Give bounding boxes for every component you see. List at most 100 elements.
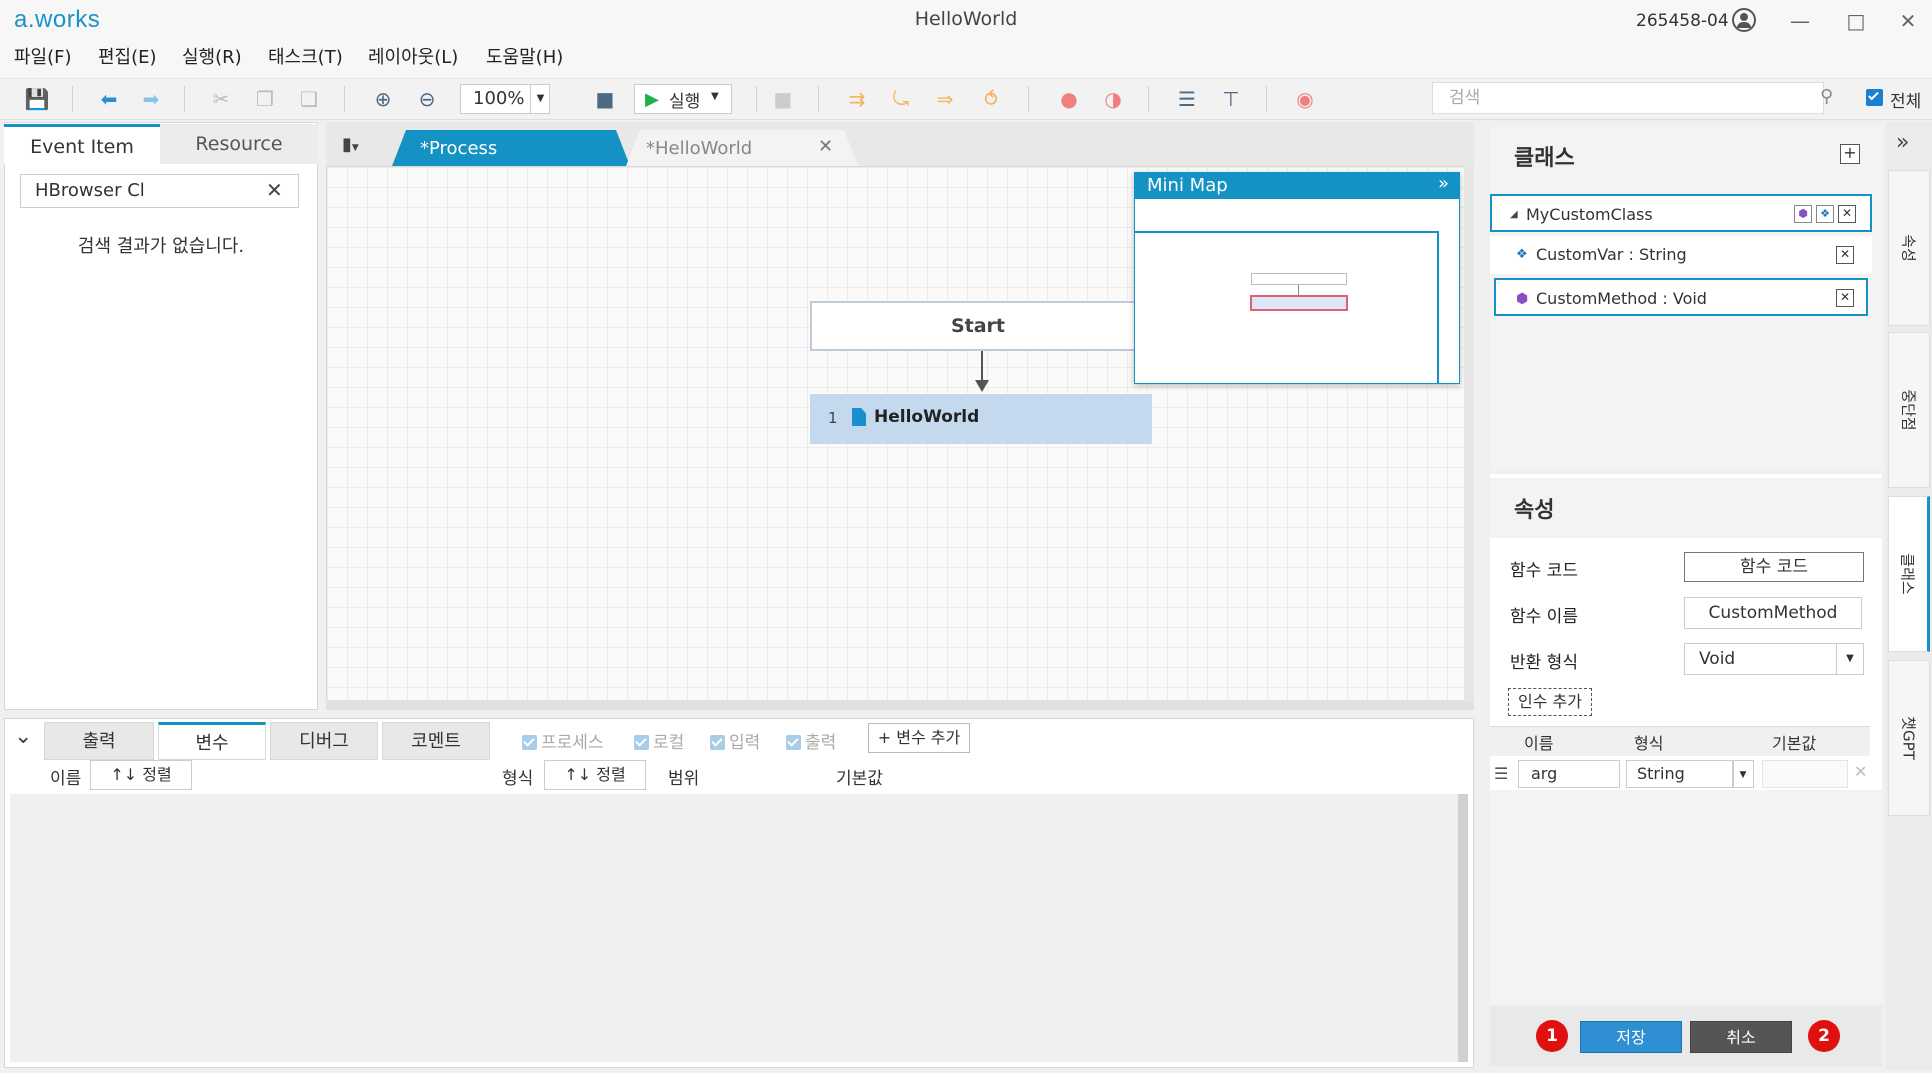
arg-type-dropdown-icon[interactable]: ▼ (1732, 760, 1754, 788)
copy-icon[interactable]: ❐ (250, 85, 280, 113)
menu-task[interactable]: 태스크(T) (268, 43, 343, 69)
maximize-button[interactable]: □ (1834, 6, 1878, 36)
side-tab-chatgpt[interactable]: 챗GPT (1888, 660, 1930, 816)
sort-type-button[interactable]: ↑↓ 정렬 (544, 760, 646, 790)
paste-icon[interactable]: ❑ (294, 85, 324, 113)
save-button[interactable]: 저장 (1580, 1021, 1682, 1053)
record-icon[interactable]: ◉ (1290, 85, 1320, 113)
tab-resource[interactable]: Resource (160, 124, 318, 164)
delete-method-icon[interactable]: ✕ (1836, 289, 1854, 307)
close-tab-icon[interactable]: ✕ (818, 136, 833, 157)
align-center-icon[interactable]: ☰ (1172, 85, 1202, 113)
start-node[interactable]: Start (810, 301, 1146, 351)
delete-variable-icon[interactable]: ✕ (1836, 246, 1854, 264)
delete-class-icon[interactable]: ✕ (1838, 205, 1856, 223)
all-label: 전체 (1890, 92, 1922, 112)
filter-output-checkbox[interactable]: 출력 (786, 728, 836, 753)
menu-edit[interactable]: 편집(E) (98, 43, 157, 69)
cut-icon[interactable]: ✂ (206, 85, 236, 113)
user-id: 265458-04 (1636, 11, 1729, 31)
run-button[interactable]: ▶ 실행 ▼ (634, 84, 732, 114)
return-type-label: 반환 형식 (1510, 653, 1578, 673)
class-item-custommethod[interactable]: ⬢ CustomMethod : Void ✕ (1494, 278, 1868, 316)
helloworld-step-node[interactable]: 1 HelloWorld (810, 394, 1152, 444)
minimap-title: Mini Map (1147, 175, 1228, 196)
search-icon[interactable]: ⚲ (1820, 86, 1833, 107)
arg-type-select[interactable]: String (1626, 760, 1734, 788)
minimize-button[interactable]: — (1778, 6, 1822, 36)
function-code-button[interactable]: 함수 코드 (1684, 552, 1864, 582)
side-tab-breakpoints[interactable]: 중단점 (1888, 332, 1930, 488)
add-breakpoint-icon[interactable]: ● (1054, 85, 1084, 113)
step-out-icon[interactable]: ⇒ (930, 85, 960, 113)
side-tab-properties[interactable]: 속성 (1888, 170, 1930, 326)
class-item-mycustomclass[interactable]: ◢ MyCustomClass ⬢ ❖ ✕ (1490, 194, 1872, 232)
new-document-icon[interactable]: ▮▼ (342, 134, 359, 155)
close-window-button[interactable]: ✕ (1886, 6, 1930, 36)
arg-drag-handle-icon[interactable]: ☰ (1494, 764, 1508, 783)
run-dropdown-icon[interactable]: ▼ (711, 91, 719, 102)
add-class-icon[interactable]: + (1840, 144, 1860, 164)
add-variable-icon[interactable]: ❖ (1816, 205, 1834, 223)
event-search-input[interactable]: HBrowser Cl (20, 174, 299, 208)
tab-debug[interactable]: 디버그 (270, 722, 378, 760)
chevron-down-icon[interactable]: ▼ (530, 84, 550, 114)
step-into-icon[interactable]: ⤿ (886, 85, 916, 113)
arg-default-input[interactable] (1762, 760, 1848, 788)
filter-input-checkbox[interactable]: 입력 (710, 728, 760, 753)
forward-arrow-icon[interactable]: ➡ (136, 85, 166, 113)
add-argument-button[interactable]: 인수 추가 (1508, 688, 1592, 716)
variable-grid[interactable] (10, 794, 1466, 1062)
empty-result-text: 검색 결과가 없습니다. (77, 236, 245, 257)
sort-name-button[interactable]: ↑↓ 정렬 (90, 760, 192, 790)
function-name-input[interactable]: CustomMethod (1684, 597, 1862, 629)
side-tab-class[interactable]: 클래스 (1888, 496, 1930, 652)
record-video-icon[interactable]: ■ (590, 85, 620, 113)
left-panel (4, 122, 318, 710)
menu-layout[interactable]: 레이아웃(L) (368, 43, 458, 69)
clear-search-icon[interactable]: ✕ (266, 178, 283, 202)
tab-process[interactable]: *Process (392, 130, 630, 166)
tab-variables[interactable]: 변수 (158, 722, 266, 760)
remove-breakpoint-icon[interactable]: ◑ (1098, 85, 1128, 113)
tab-helloworld[interactable]: *HelloWorld ✕ (626, 130, 858, 166)
arg-name-input[interactable]: arg (1518, 760, 1620, 788)
canvas-vertical-scrollbar[interactable] (1464, 166, 1474, 702)
expand-triangle-icon[interactable]: ◢ (1510, 196, 1518, 234)
step-back-icon[interactable]: ⥀ (976, 85, 1006, 113)
user-avatar-icon[interactable] (1732, 8, 1756, 32)
minimap-start-preview (1251, 273, 1347, 285)
back-arrow-icon[interactable]: ⬅ (94, 85, 124, 113)
cancel-button[interactable]: 취소 (1690, 1021, 1792, 1053)
collapse-panel-icon[interactable]: ⌄ (14, 724, 32, 749)
filter-local-checkbox[interactable]: 로컬 (634, 728, 684, 753)
zoom-in-icon[interactable]: ⊕ (368, 85, 398, 113)
stop-icon[interactable]: ■ (768, 85, 798, 113)
save-icon[interactable]: 💾 (22, 85, 52, 113)
canvas-horizontal-scrollbar[interactable] (326, 700, 1474, 710)
tab-comment[interactable]: 코멘트 (382, 722, 490, 760)
menu-run[interactable]: 실행(R) (182, 43, 242, 69)
menu-file[interactable]: 파일(F) (14, 43, 72, 69)
minimap-collapse-icon[interactable]: » (1438, 173, 1449, 194)
search-input[interactable]: 검색 (1432, 82, 1824, 114)
minimap-panel[interactable]: Mini Map » (1134, 172, 1460, 384)
tab-event-item[interactable]: Event Item (4, 124, 160, 164)
function-name-label: 함수 이름 (1510, 607, 1578, 627)
class-item-customvar[interactable]: ❖ CustomVar : String ✕ (1490, 236, 1872, 274)
bottom-vertical-scrollbar[interactable] (1458, 794, 1468, 1062)
tab-output[interactable]: 출력 (44, 722, 154, 760)
add-variable-button[interactable]: + 변수 추가 (868, 723, 970, 753)
property-panel-title: 속성 (1514, 498, 1555, 523)
filter-process-checkbox[interactable]: 프로세스 (522, 728, 604, 753)
return-type-dropdown-icon[interactable]: ▼ (1836, 644, 1863, 674)
menu-help[interactable]: 도움말(H) (486, 43, 563, 69)
align-top-icon[interactable]: ⊤ (1216, 85, 1246, 113)
add-method-icon[interactable]: ⬢ (1794, 205, 1812, 223)
expand-panel-icon[interactable]: » (1896, 130, 1909, 155)
delete-argument-icon[interactable]: ✕ (1854, 762, 1867, 781)
all-checkbox[interactable] (1866, 89, 1883, 106)
zoom-out-icon[interactable]: ⊖ (412, 85, 442, 113)
step-label: HelloWorld (874, 407, 980, 427)
step-over-icon[interactable]: ⇉ (842, 85, 872, 113)
